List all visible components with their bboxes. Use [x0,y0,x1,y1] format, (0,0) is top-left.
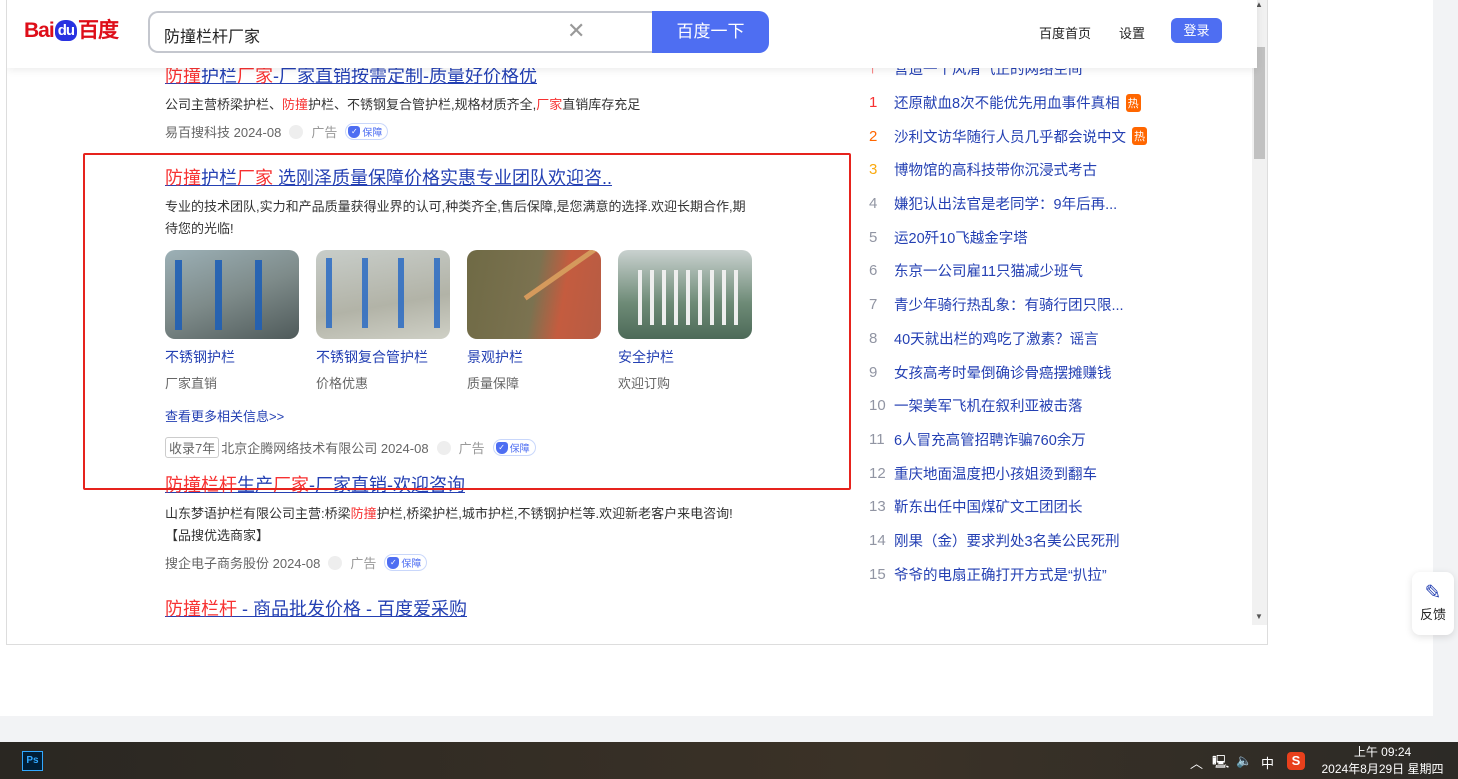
hot-item[interactable]: 6 东京一公司雇11只猫减少班气 [869,254,1249,288]
rank: 1 [869,94,878,112]
text-segment: -厂家直销按需定制-质量好价格优 [273,66,537,86]
guarantee-badge[interactable]: ✓ 保障 [384,554,428,571]
result-desc: 公司主营桥梁护栏、防撞护栏、不锈钢复合管护栏,规格材质齐全,厂家直销库存充足 [165,94,765,116]
sogou-icon[interactable]: S [1287,752,1305,770]
hot-item[interactable]: 2 沙利文访华随行人员几乎都会说中文热 [869,119,1249,153]
chevron-up-icon[interactable]: ︿ [1190,753,1203,772]
rank: 7 [869,296,878,314]
feedback-button[interactable]: ✎ 反馈 [1412,572,1454,635]
edit-icon: ✎ [1424,582,1442,604]
hot-title: 博物馆的高科技带你沉浸式考古 [894,163,1097,180]
rank: 2 [869,127,878,145]
result-desc: 山东梦语护栏有限公司主营:桥梁防撞护栏,桥梁护栏,城市护栏,不锈钢护栏等.欢迎新… [165,503,755,547]
ad-label: 广告 [311,125,338,140]
hot-title: 6人冒充高管招聘诈骗760余万 [894,432,1086,449]
hot-title: 青少年骑行热乱象：有骑行团只限... [894,298,1124,315]
hot-title: 一架美军飞机在叙利亚被击落 [894,399,1083,416]
result-1: 防撞护栏厂家-厂家直销按需定制-质量好价格优 公司主营桥梁护栏、防撞护栏、不锈钢… [165,62,765,141]
rank: 13 [869,498,886,516]
rank: 6 [869,262,878,280]
text-segment: 公司主营桥梁护栏、 [165,97,283,112]
hot-title: 还原献血8次不能优先用血事件真相 [894,96,1120,113]
shield-icon[interactable] [328,555,343,570]
guarantee-badge[interactable]: ✓ 保障 [345,123,389,140]
result-title[interactable]: 防撞栏杆 - 商品批发价格 - 百度爱采购 [165,595,765,621]
hot-item[interactable]: 5 运20歼10飞越金字塔 [869,220,1249,254]
hot-title: 女孩高考时晕倒确诊骨癌摆摊赚钱 [894,365,1112,382]
text-segment: 直销库存充足 [562,97,641,112]
hot-badge: 热 [1125,93,1141,112]
highlight-box [83,153,851,490]
hot-item[interactable]: 15 爷爷的电扇正确打开方式是“扒拉” [869,557,1249,591]
hot-title: 40天就出栏的鸡吃了激素？谣言 [894,331,1099,348]
hot-item[interactable]: 1 还原献血8次不能优先用血事件真相热 [869,86,1249,120]
clock[interactable]: 上午 09:24 2024年8月29日 星期四 [1320,744,1445,778]
text-segment: 防撞栏杆 [165,599,237,619]
rank: 8 [869,329,878,347]
hot-title: 爷爷的电扇正确打开方式是“扒拉” [894,567,1107,584]
hot-title: 运20歼10飞越金字塔 [894,230,1028,247]
text-segment: 护栏 [201,66,237,86]
hot-item[interactable]: 4 嫌犯认出法官是老同学：9年后再... [869,187,1249,221]
text-segment: 防撞 [165,66,201,86]
result-source: 搜企电子商务股份 2024-08 [165,556,321,571]
text-segment: 护栏、不锈钢复合管护栏,规格材质齐全, [308,97,537,112]
hot-title: 刚果（金）要求判处3名美公民死刑 [894,533,1120,550]
text-segment: - 商品批发价格 - 百度爱采购 [237,599,467,619]
hot-title: 重庆地面温度把小孩姐烫到翻车 [894,466,1097,483]
hot-title: 沙利文访华随行人员几乎都会说中文 [894,129,1126,146]
scrollbar[interactable]: ▼ ▲ [1252,0,1267,625]
photoshop-icon[interactable]: Ps [22,751,43,771]
clear-icon[interactable]: ✕ [567,18,585,44]
ad-label: 广告 [350,556,377,571]
baidu-logo[interactable]: Bai du 百度 [24,14,119,44]
rank: 11 [869,430,885,448]
rank: 14 [869,531,886,549]
rank: 9 [869,363,878,381]
search-results-frame: Bai du 百度 防撞栏杆厂家 ✕ 百度一下 百度首页 设置 登录 防撞护栏厂家-… [6,0,1268,645]
taskbar: Ps ︿ 🖳 🔈 中 S 上午 09:24 2024年8月29日 星期四 [0,742,1458,779]
text-segment: 山东梦语护栏有限公司主营:桥梁 [165,506,351,521]
login-button[interactable]: 登录 [1171,18,1222,43]
header: Bai du 百度 防撞栏杆厂家 ✕ 百度一下 百度首页 设置 登录 [7,0,1257,68]
browser-page: Bai du 百度 防撞栏杆厂家 ✕ 百度一下 百度首页 设置 登录 防撞护栏厂家-… [0,0,1454,716]
rank: 15 [869,565,886,583]
hot-title: 嫌犯认出法官是老同学：9年后再... [894,197,1118,214]
result-source: 易百搜科技 2024-08 [165,125,282,140]
volume-icon[interactable]: 🔈 [1236,753,1252,769]
rank: 3 [869,161,878,179]
hot-item[interactable]: 8 40天就出栏的鸡吃了激素？谣言 [869,322,1249,356]
shield-icon[interactable] [289,124,304,139]
hot-item[interactable]: 14 刚果（金）要求判处3名美公民死刑 [869,524,1249,558]
text-segment: 防撞 [350,506,377,521]
hot-badge: 热 [1132,127,1147,146]
hot-item[interactable]: 13 靳东出任中国煤矿文工团团长 [869,490,1249,524]
hot-item[interactable]: 3 博物馆的高科技带你沉浸式考古 [869,153,1249,187]
search-button[interactable]: 百度一下 [652,11,769,53]
rank: 10 [869,397,886,415]
hot-search-list: ↑ 营造一个风清气正的网络空间 1 还原献血8次不能优先用血事件真相热 2 沙利文访华随… [869,60,1249,591]
text-segment: 防撞 [282,97,309,112]
ime-indicator[interactable]: 中 [1261,753,1274,772]
home-link[interactable]: 百度首页 [1039,23,1091,42]
text-segment: 厂家 [536,97,563,112]
network-icon[interactable]: 🖳 [1212,753,1229,775]
settings-link[interactable]: 设置 [1119,23,1145,42]
result-4: 防撞栏杆 - 商品批发价格 - 百度爱采购 [165,595,765,621]
hot-item[interactable]: 9 女孩高考时晕倒确诊骨癌摆摊赚钱 [869,355,1249,389]
rank: 5 [869,228,878,246]
hot-item[interactable]: 7 青少年骑行热乱象：有骑行团只限... [869,288,1249,322]
hot-title: 靳东出任中国煤矿文工团团长 [894,500,1083,517]
rank: 12 [869,464,886,482]
text-segment: 厂家 [237,66,273,86]
hot-title: 东京一公司雇11只猫减少班气 [894,264,1084,281]
hot-item[interactable]: 12 重庆地面温度把小孩姐烫到翻车 [869,456,1249,490]
rank: 4 [869,195,878,213]
hot-item[interactable]: 10 一架美军飞机在叙利亚被击落 [869,389,1249,423]
hot-item[interactable]: 11 6人冒充高管招聘诈骗760余万 [869,423,1249,457]
